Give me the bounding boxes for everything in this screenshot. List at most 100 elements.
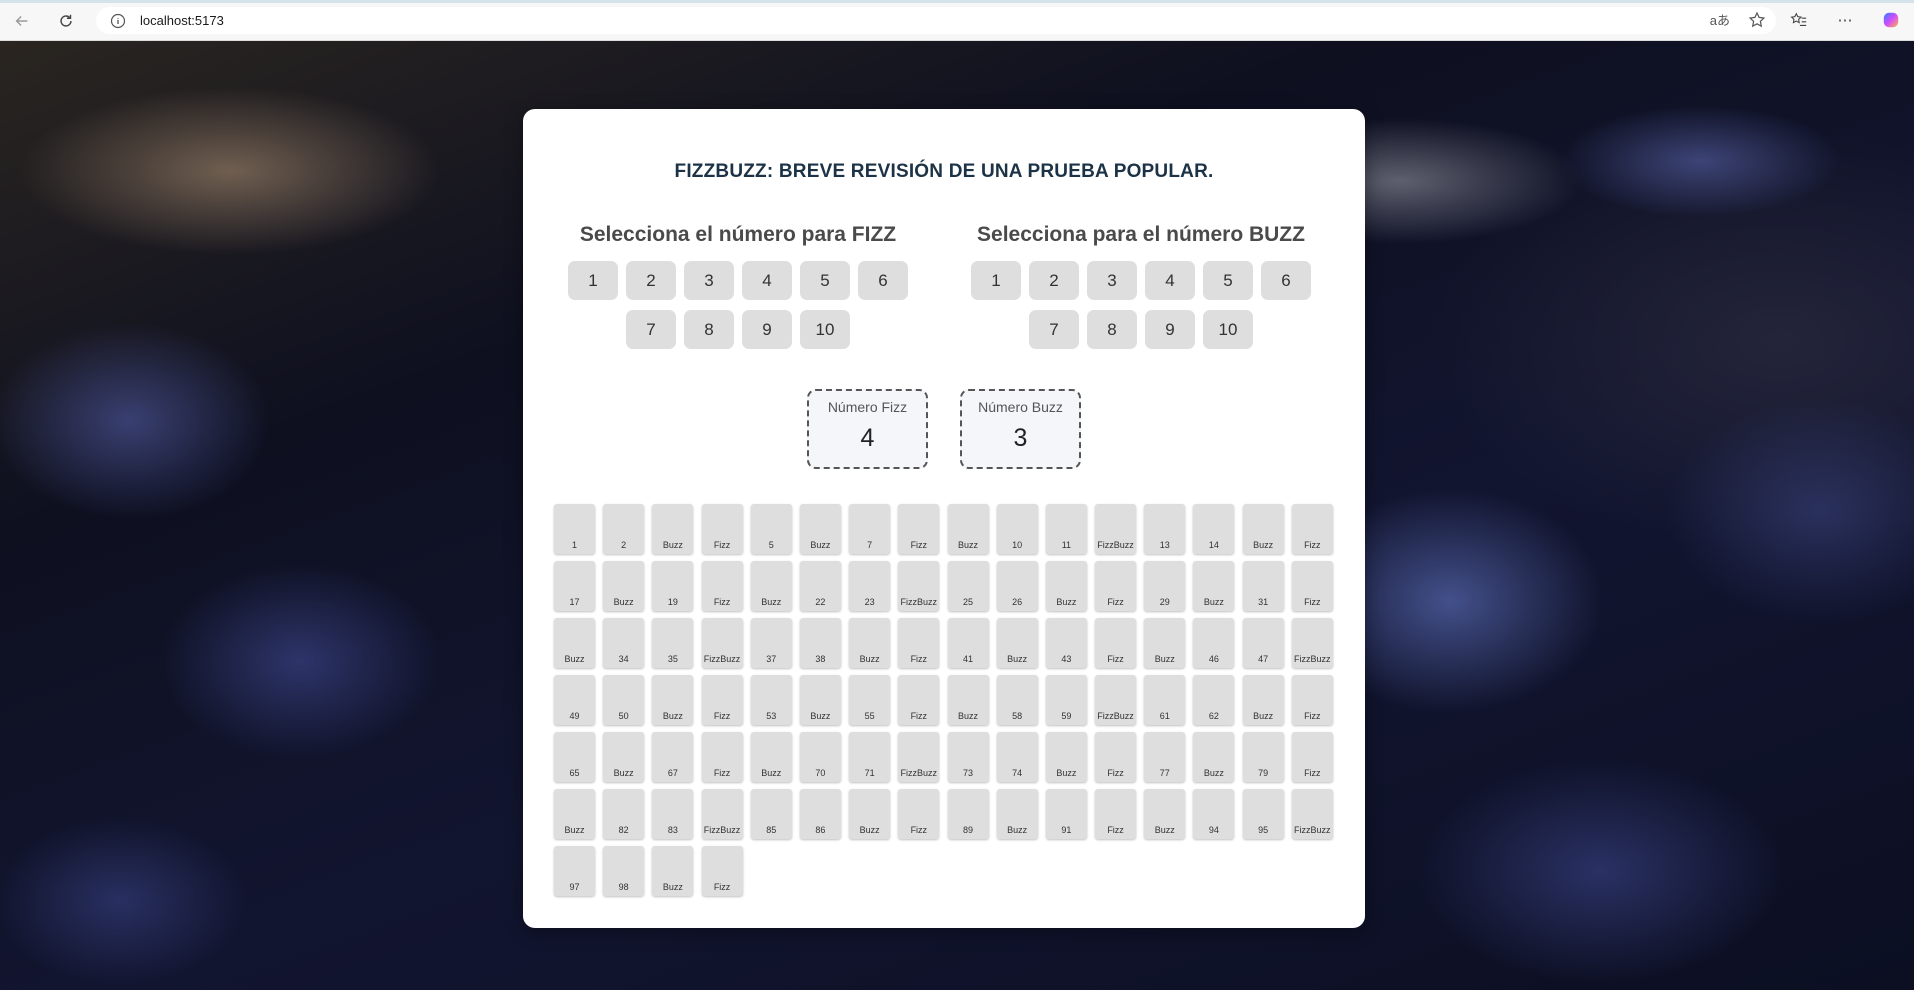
result-cell: Fizz — [1095, 618, 1137, 668]
fizz-option-button[interactable]: 1 — [568, 261, 618, 300]
result-cell: FizzBuzz — [1291, 618, 1333, 668]
buzz-picker: Selecciona para el número BUZZ 123456 789… — [961, 223, 1321, 349]
result-cell: 26 — [996, 561, 1038, 611]
result-cell: Fizz — [701, 732, 743, 782]
buzz-number-display: Número Buzz 3 — [960, 389, 1081, 469]
result-cell: FizzBuzz — [1291, 789, 1333, 839]
buzz-option-button[interactable]: 1 — [971, 261, 1021, 300]
result-cell: Buzz — [554, 789, 595, 839]
fizz-option-button[interactable]: 6 — [858, 261, 908, 300]
result-cell: Buzz — [652, 675, 694, 725]
result-cell: 79 — [1242, 732, 1284, 782]
result-cell: Buzz — [849, 789, 891, 839]
result-cell: 5 — [750, 504, 792, 554]
result-cell: 19 — [652, 561, 694, 611]
fizz-number-label: Número Fizz — [827, 399, 908, 415]
result-cell: Buzz — [799, 504, 841, 554]
result-cell: Fizz — [1291, 675, 1333, 725]
buzz-option-button[interactable]: 3 — [1087, 261, 1137, 300]
result-cell: Fizz — [1291, 504, 1333, 554]
result-cell: 62 — [1193, 675, 1235, 725]
result-cell: 37 — [750, 618, 792, 668]
result-cell: FizzBuzz — [1095, 504, 1137, 554]
buzz-option-button[interactable]: 4 — [1145, 261, 1195, 300]
result-cell: Buzz — [1045, 561, 1087, 611]
more-icon[interactable]: ⋯ — [1834, 9, 1856, 31]
result-cell: Fizz — [1095, 789, 1137, 839]
result-cell: FizzBuzz — [1095, 675, 1137, 725]
fizz-option-button[interactable]: 10 — [800, 310, 850, 349]
buzz-option-button[interactable]: 6 — [1261, 261, 1311, 300]
url-text[interactable]: localhost:5173 — [140, 13, 224, 28]
buzz-option-button[interactable]: 2 — [1029, 261, 1079, 300]
fizz-picker-title: Selecciona el número para FIZZ — [579, 223, 897, 246]
result-cell: Buzz — [750, 732, 792, 782]
buzz-options: 1 2 3 4 5 6 7 8 9 10 — [971, 261, 1311, 349]
result-cell: FizzBuzz — [898, 561, 940, 611]
favorites-icon[interactable] — [1788, 9, 1810, 31]
fizz-option-button[interactable]: 2 — [626, 261, 676, 300]
result-cell: 95 — [1242, 789, 1284, 839]
result-cell: Buzz — [1193, 732, 1235, 782]
buzz-option-button[interactable]: 5 — [1203, 261, 1253, 300]
result-cell: Buzz — [1242, 675, 1284, 725]
fizz-option-button[interactable]: 4 — [742, 261, 792, 300]
copilot-icon[interactable] — [1880, 9, 1902, 31]
result-cell: 1 — [554, 504, 595, 554]
result-cell: 49 — [554, 675, 595, 725]
result-cell: 58 — [996, 675, 1038, 725]
tab-strip-accent — [0, 0, 1914, 3]
result-cell: 23 — [849, 561, 891, 611]
result-cell: 55 — [849, 675, 891, 725]
result-cell: Buzz — [1193, 561, 1235, 611]
result-cell: 38 — [799, 618, 841, 668]
info-icon[interactable] — [110, 13, 126, 29]
result-cell: 86 — [799, 789, 841, 839]
fizz-options: 1 2 3 4 5 6 7 8 9 10 — [568, 261, 908, 349]
result-cell: 43 — [1045, 618, 1087, 668]
result-cell: 98 — [603, 846, 645, 896]
result-cell: 70 — [799, 732, 841, 782]
result-cell: 29 — [1144, 561, 1186, 611]
fizz-option-button[interactable]: 8 — [684, 310, 734, 349]
result-cell: Buzz — [799, 675, 841, 725]
page-background: FIZZBUZZ: BREVE REVISIÓN DE UNA PRUEBA P… — [0, 41, 1914, 990]
result-cell: Fizz — [898, 789, 940, 839]
result-cell: 71 — [849, 732, 891, 782]
result-cell: Fizz — [1095, 561, 1137, 611]
fizz-option-button[interactable]: 3 — [684, 261, 734, 300]
result-cell: 25 — [947, 561, 989, 611]
result-cell: 34 — [603, 618, 645, 668]
read-aloud-icon[interactable]: aあ — [1710, 11, 1730, 34]
result-cell: Fizz — [701, 846, 743, 896]
result-cell: FizzBuzz — [701, 789, 743, 839]
fizz-number-value: 4 — [860, 424, 875, 452]
result-cell: Buzz — [652, 846, 694, 896]
buzz-option-button[interactable]: 10 — [1203, 310, 1253, 349]
result-cell: 77 — [1144, 732, 1186, 782]
result-cell: 41 — [947, 618, 989, 668]
result-cell: Fizz — [1291, 561, 1333, 611]
buzz-option-button[interactable]: 8 — [1087, 310, 1137, 349]
result-cell: 91 — [1045, 789, 1087, 839]
address-bar[interactable]: localhost:5173 aあ — [96, 7, 1776, 34]
reload-icon[interactable] — [52, 8, 80, 34]
fizz-option-button[interactable]: 9 — [742, 310, 792, 349]
result-cell: 97 — [554, 846, 595, 896]
result-cell: 94 — [1193, 789, 1235, 839]
result-cell: Buzz — [947, 504, 989, 554]
result-cell: 35 — [652, 618, 694, 668]
fizz-option-button[interactable]: 5 — [800, 261, 850, 300]
result-cell: 50 — [603, 675, 645, 725]
favorite-star-icon[interactable] — [1748, 11, 1766, 34]
result-cell: 22 — [799, 561, 841, 611]
fizz-option-button[interactable]: 7 — [626, 310, 676, 349]
buzz-option-button[interactable]: 9 — [1145, 310, 1195, 349]
result-cell: 89 — [947, 789, 989, 839]
buzz-option-button[interactable]: 7 — [1029, 310, 1079, 349]
result-cell: 74 — [996, 732, 1038, 782]
result-cell: 31 — [1242, 561, 1284, 611]
back-arrow-icon[interactable] — [8, 8, 36, 34]
result-cell: Buzz — [554, 618, 595, 668]
result-cell: Fizz — [701, 504, 743, 554]
